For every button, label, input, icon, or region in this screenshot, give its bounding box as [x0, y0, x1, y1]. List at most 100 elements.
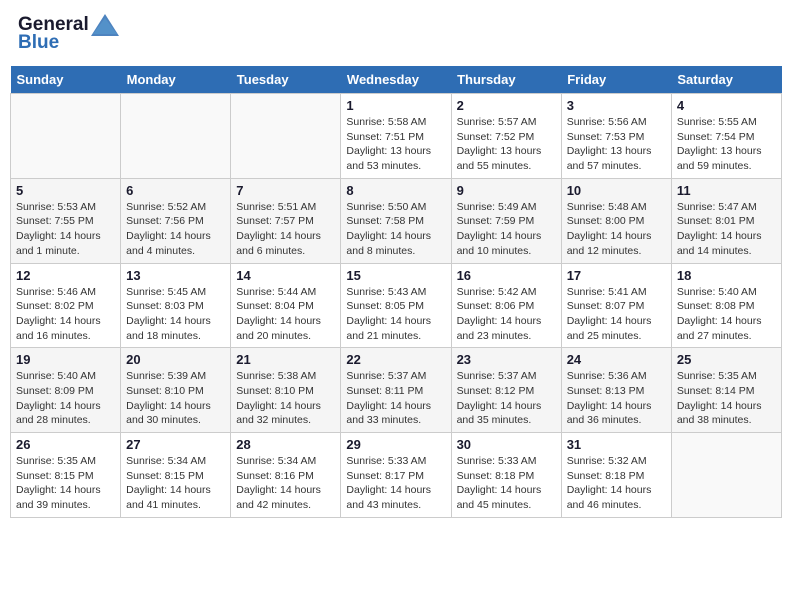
day-info: Sunrise: 5:35 AM Sunset: 8:15 PM Dayligh…	[16, 454, 115, 513]
calendar-week-2: 5 Sunrise: 5:53 AM Sunset: 7:55 PM Daylig…	[11, 178, 782, 263]
day-info: Sunrise: 5:51 AM Sunset: 7:57 PM Dayligh…	[236, 200, 335, 259]
day-info: Sunrise: 5:53 AM Sunset: 7:55 PM Dayligh…	[16, 200, 115, 259]
day-number: 28	[236, 437, 335, 452]
day-header-sunday: Sunday	[11, 66, 121, 94]
day-info: Sunrise: 5:47 AM Sunset: 8:01 PM Dayligh…	[677, 200, 776, 259]
day-info: Sunrise: 5:34 AM Sunset: 8:16 PM Dayligh…	[236, 454, 335, 513]
calendar-cell	[671, 433, 781, 518]
header: General Blue	[10, 10, 782, 58]
day-info: Sunrise: 5:52 AM Sunset: 7:56 PM Dayligh…	[126, 200, 225, 259]
calendar-table: SundayMondayTuesdayWednesdayThursdayFrid…	[10, 66, 782, 518]
day-number: 7	[236, 183, 335, 198]
day-number: 30	[457, 437, 556, 452]
day-info: Sunrise: 5:43 AM Sunset: 8:05 PM Dayligh…	[346, 285, 445, 344]
calendar-week-3: 12 Sunrise: 5:46 AM Sunset: 8:02 PM Dayli…	[11, 263, 782, 348]
day-number: 10	[567, 183, 666, 198]
calendar-cell: 23 Sunrise: 5:37 AM Sunset: 8:12 PM Dayli…	[451, 348, 561, 433]
day-number: 31	[567, 437, 666, 452]
day-number: 22	[346, 352, 445, 367]
day-number: 8	[346, 183, 445, 198]
day-number: 5	[16, 183, 115, 198]
day-number: 27	[126, 437, 225, 452]
day-info: Sunrise: 5:50 AM Sunset: 7:58 PM Dayligh…	[346, 200, 445, 259]
day-number: 3	[567, 98, 666, 113]
day-number: 2	[457, 98, 556, 113]
calendar-header-row: SundayMondayTuesdayWednesdayThursdayFrid…	[11, 66, 782, 94]
day-header-friday: Friday	[561, 66, 671, 94]
calendar-cell: 5 Sunrise: 5:53 AM Sunset: 7:55 PM Daylig…	[11, 178, 121, 263]
calendar-week-5: 26 Sunrise: 5:35 AM Sunset: 8:15 PM Dayli…	[11, 433, 782, 518]
day-info: Sunrise: 5:37 AM Sunset: 8:12 PM Dayligh…	[457, 369, 556, 428]
day-header-saturday: Saturday	[671, 66, 781, 94]
day-number: 9	[457, 183, 556, 198]
calendar-cell: 26 Sunrise: 5:35 AM Sunset: 8:15 PM Dayli…	[11, 433, 121, 518]
day-info: Sunrise: 5:36 AM Sunset: 8:13 PM Dayligh…	[567, 369, 666, 428]
calendar-cell: 1Sunrise: 5:58 AM Sunset: 7:51 PM Daylig…	[341, 94, 451, 179]
day-info: Sunrise: 5:49 AM Sunset: 7:59 PM Dayligh…	[457, 200, 556, 259]
calendar-cell: 25Sunrise: 5:35 AM Sunset: 8:14 PM Dayli…	[671, 348, 781, 433]
calendar-cell	[11, 94, 121, 179]
logo-blue-text: Blue	[18, 32, 59, 54]
logo: General Blue	[18, 14, 119, 54]
calendar-cell: 29 Sunrise: 5:33 AM Sunset: 8:17 PM Dayli…	[341, 433, 451, 518]
calendar-cell: 10 Sunrise: 5:48 AM Sunset: 8:00 PM Dayli…	[561, 178, 671, 263]
calendar-cell: 6Sunrise: 5:52 AM Sunset: 7:56 PM Daylig…	[121, 178, 231, 263]
day-header-monday: Monday	[121, 66, 231, 94]
day-info: Sunrise: 5:42 AM Sunset: 8:06 PM Dayligh…	[457, 285, 556, 344]
calendar-cell: 27 Sunrise: 5:34 AM Sunset: 8:15 PM Dayli…	[121, 433, 231, 518]
calendar-cell: 7 Sunrise: 5:51 AM Sunset: 7:57 PM Daylig…	[231, 178, 341, 263]
day-info: Sunrise: 5:41 AM Sunset: 8:07 PM Dayligh…	[567, 285, 666, 344]
day-header-wednesday: Wednesday	[341, 66, 451, 94]
calendar-cell: 13Sunrise: 5:45 AM Sunset: 8:03 PM Dayli…	[121, 263, 231, 348]
day-info: Sunrise: 5:55 AM Sunset: 7:54 PM Dayligh…	[677, 115, 776, 174]
day-number: 25	[677, 352, 776, 367]
calendar-cell	[231, 94, 341, 179]
day-info: Sunrise: 5:57 AM Sunset: 7:52 PM Dayligh…	[457, 115, 556, 174]
day-info: Sunrise: 5:37 AM Sunset: 8:11 PM Dayligh…	[346, 369, 445, 428]
day-info: Sunrise: 5:39 AM Sunset: 8:10 PM Dayligh…	[126, 369, 225, 428]
day-number: 15	[346, 268, 445, 283]
calendar-cell: 16Sunrise: 5:42 AM Sunset: 8:06 PM Dayli…	[451, 263, 561, 348]
day-number: 11	[677, 183, 776, 198]
calendar-cell: 2 Sunrise: 5:57 AM Sunset: 7:52 PM Daylig…	[451, 94, 561, 179]
day-info: Sunrise: 5:46 AM Sunset: 8:02 PM Dayligh…	[16, 285, 115, 344]
logo-icon	[91, 14, 119, 36]
day-number: 23	[457, 352, 556, 367]
calendar-cell: 19 Sunrise: 5:40 AM Sunset: 8:09 PM Dayli…	[11, 348, 121, 433]
calendar-cell: 24 Sunrise: 5:36 AM Sunset: 8:13 PM Dayli…	[561, 348, 671, 433]
day-info: Sunrise: 5:48 AM Sunset: 8:00 PM Dayligh…	[567, 200, 666, 259]
day-header-tuesday: Tuesday	[231, 66, 341, 94]
calendar-cell: 14 Sunrise: 5:44 AM Sunset: 8:04 PM Dayli…	[231, 263, 341, 348]
day-number: 4	[677, 98, 776, 113]
calendar-cell: 18Sunrise: 5:40 AM Sunset: 8:08 PM Dayli…	[671, 263, 781, 348]
day-info: Sunrise: 5:40 AM Sunset: 8:09 PM Dayligh…	[16, 369, 115, 428]
calendar-cell: 31 Sunrise: 5:32 AM Sunset: 8:18 PM Dayli…	[561, 433, 671, 518]
calendar-cell: 22 Sunrise: 5:37 AM Sunset: 8:11 PM Dayli…	[341, 348, 451, 433]
day-number: 26	[16, 437, 115, 452]
day-number: 13	[126, 268, 225, 283]
calendar-cell: 15 Sunrise: 5:43 AM Sunset: 8:05 PM Dayli…	[341, 263, 451, 348]
day-info: Sunrise: 5:33 AM Sunset: 8:18 PM Dayligh…	[457, 454, 556, 513]
day-info: Sunrise: 5:33 AM Sunset: 8:17 PM Dayligh…	[346, 454, 445, 513]
day-info: Sunrise: 5:34 AM Sunset: 8:15 PM Dayligh…	[126, 454, 225, 513]
calendar-cell: 12 Sunrise: 5:46 AM Sunset: 8:02 PM Dayli…	[11, 263, 121, 348]
day-number: 17	[567, 268, 666, 283]
day-number: 24	[567, 352, 666, 367]
day-number: 21	[236, 352, 335, 367]
calendar-cell: 21 Sunrise: 5:38 AM Sunset: 8:10 PM Dayli…	[231, 348, 341, 433]
day-info: Sunrise: 5:58 AM Sunset: 7:51 PM Dayligh…	[346, 115, 445, 174]
calendar-cell: 28 Sunrise: 5:34 AM Sunset: 8:16 PM Dayli…	[231, 433, 341, 518]
day-number: 20	[126, 352, 225, 367]
calendar-cell: 11 Sunrise: 5:47 AM Sunset: 8:01 PM Dayli…	[671, 178, 781, 263]
day-info: Sunrise: 5:32 AM Sunset: 8:18 PM Dayligh…	[567, 454, 666, 513]
calendar-cell: 17 Sunrise: 5:41 AM Sunset: 8:07 PM Dayli…	[561, 263, 671, 348]
calendar-cell: 8 Sunrise: 5:50 AM Sunset: 7:58 PM Daylig…	[341, 178, 451, 263]
day-number: 19	[16, 352, 115, 367]
day-info: Sunrise: 5:44 AM Sunset: 8:04 PM Dayligh…	[236, 285, 335, 344]
day-number: 29	[346, 437, 445, 452]
day-info: Sunrise: 5:38 AM Sunset: 8:10 PM Dayligh…	[236, 369, 335, 428]
day-info: Sunrise: 5:56 AM Sunset: 7:53 PM Dayligh…	[567, 115, 666, 174]
day-header-thursday: Thursday	[451, 66, 561, 94]
day-number: 12	[16, 268, 115, 283]
day-number: 14	[236, 268, 335, 283]
